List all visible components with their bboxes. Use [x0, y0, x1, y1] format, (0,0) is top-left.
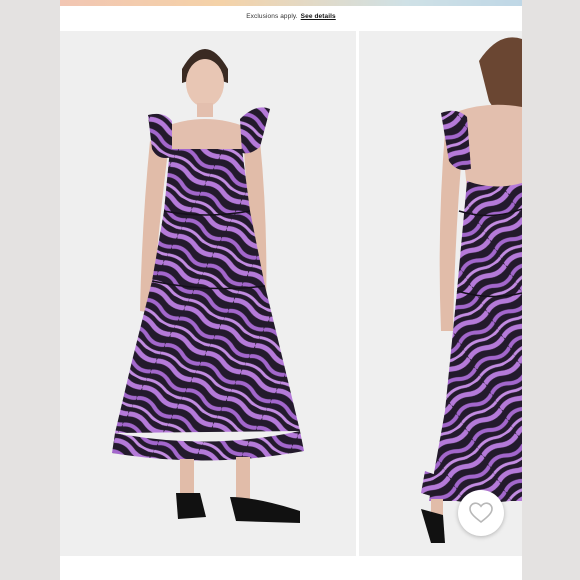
product-image-front[interactable] — [60, 31, 356, 556]
right-margin — [522, 0, 580, 580]
product-image-back[interactable] — [359, 31, 522, 556]
see-details-link[interactable]: See details — [301, 13, 336, 20]
back-view-illustration — [359, 31, 522, 556]
left-margin — [0, 0, 60, 580]
favorite-button[interactable] — [458, 490, 504, 536]
promo-text: Exclusions apply. — [246, 12, 298, 20]
product-image-gallery[interactable] — [60, 31, 522, 556]
heart-outline-icon — [469, 502, 493, 524]
promo-banner: Exclusions apply. See details — [60, 6, 522, 26]
screenshot-frame: Exclusions apply. See details — [0, 0, 580, 580]
product-page: Exclusions apply. See details — [60, 0, 522, 580]
front-view-illustration — [60, 31, 356, 556]
